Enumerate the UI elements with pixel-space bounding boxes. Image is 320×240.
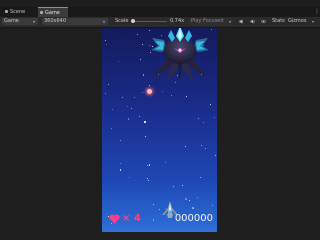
- score-counter: 000000: [174, 213, 213, 224]
- chevron-down-icon: [229, 21, 231, 23]
- gizmos-label: Gizmos: [288, 18, 307, 24]
- star: [214, 155, 216, 157]
- star: [139, 115, 141, 117]
- star: [139, 58, 141, 60]
- star: [189, 199, 191, 201]
- star: [130, 108, 132, 110]
- star: [104, 92, 106, 94]
- scale-value: 0.74x: [170, 18, 185, 24]
- star: [148, 84, 150, 86]
- boss-enemy-sprite: [151, 28, 209, 81]
- star: [201, 145, 203, 147]
- enemy-bullet: [147, 89, 152, 94]
- star: [200, 177, 202, 179]
- tab-scene-label: Scene: [10, 9, 26, 15]
- star: [120, 140, 121, 142]
- lives-count: × 4: [122, 213, 141, 224]
- star: [171, 94, 173, 96]
- display-dropdown[interactable]: Game: [2, 18, 38, 25]
- star: [122, 96, 124, 98]
- star: [184, 145, 187, 148]
- editor-bottom-bar: [0, 233, 320, 240]
- star: [196, 196, 198, 198]
- game-viewport[interactable]: × 4 000000: [102, 28, 217, 232]
- star: [105, 40, 107, 42]
- star: [185, 198, 187, 200]
- star: [192, 207, 194, 209]
- window-tab-bar: Scene Game ⋮: [0, 7, 320, 17]
- scale-slider-track[interactable]: [131, 21, 167, 22]
- star: [117, 60, 119, 62]
- star: [164, 162, 166, 164]
- scale-label: Scale: [115, 18, 129, 24]
- star: [186, 95, 188, 97]
- star: [145, 135, 146, 137]
- display-label: Game: [4, 18, 19, 24]
- star: [148, 164, 151, 166]
- resolution-label: 360x640: [44, 18, 67, 24]
- star: [146, 165, 148, 167]
- gizmos-dropdown[interactable]: Gizmos: [287, 18, 317, 25]
- game-tab-icon: [40, 11, 43, 14]
- star: [111, 108, 113, 110]
- star: [119, 169, 122, 171]
- tab-game-label: Game: [45, 10, 60, 16]
- star: [182, 185, 184, 187]
- mute-audio-icon[interactable]: [239, 19, 244, 24]
- star: [133, 97, 135, 98]
- resolution-dropdown[interactable]: 360x640: [42, 18, 108, 25]
- scene-tab-icon: [5, 10, 8, 13]
- lives-indicator: × 4: [109, 212, 141, 226]
- star: [106, 44, 108, 46]
- chevron-down-icon: [103, 21, 105, 23]
- star: [210, 104, 212, 106]
- heart-icon: [109, 214, 120, 224]
- star: [146, 178, 148, 180]
- star: [142, 74, 145, 76]
- play-mode-dropdown[interactable]: Play Focused: [189, 18, 233, 25]
- star: [119, 163, 121, 165]
- star: [136, 33, 138, 35]
- star: [147, 179, 149, 181]
- game-toolbar: Game 360x640 Scale 0.74x Play Focused St…: [0, 17, 320, 28]
- star: [205, 147, 207, 149]
- tab-scene[interactable]: Scene: [3, 7, 38, 17]
- more-options-icon[interactable]: ⋮: [314, 8, 320, 16]
- stats-button[interactable]: Stats: [272, 17, 285, 26]
- star: [141, 43, 143, 45]
- star: [152, 204, 154, 206]
- scale-slider-handle[interactable]: [131, 19, 135, 23]
- chevron-down-icon: [33, 21, 35, 23]
- star: [127, 106, 129, 107]
- star: [142, 92, 144, 94]
- star: [202, 122, 204, 124]
- tab-game[interactable]: Game: [38, 7, 68, 17]
- star: [144, 121, 146, 123]
- chevron-down-icon: [312, 21, 314, 23]
- star: [172, 186, 174, 188]
- star: [110, 127, 112, 129]
- star: [197, 118, 199, 120]
- eye-icon[interactable]: [261, 19, 266, 24]
- star: [152, 219, 155, 221]
- star: [211, 29, 213, 31]
- star: [107, 83, 109, 85]
- star: [128, 176, 130, 178]
- star: [162, 90, 164, 92]
- speaker-icon[interactable]: [250, 19, 255, 24]
- star: [212, 205, 214, 207]
- play-mode-label: Play Focused: [191, 18, 224, 24]
- star: [127, 118, 130, 120]
- star: [214, 117, 216, 119]
